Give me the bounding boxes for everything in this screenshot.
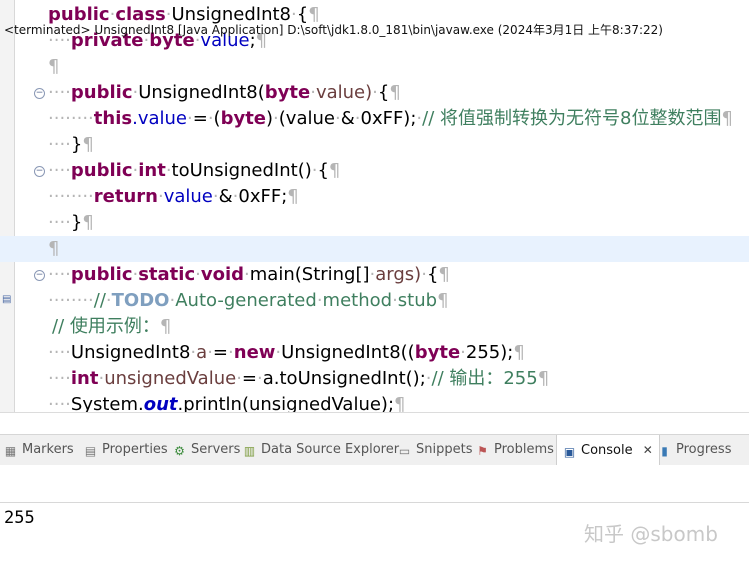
properties-icon: ▤	[84, 444, 97, 458]
console-status: <terminated> UnsignedInt8 [Java Applicat…	[4, 23, 663, 37]
progress-icon: ▮	[661, 444, 668, 458]
code-line-5: ········this.value·=·(byte)·(value·&·0xF…	[48, 108, 733, 129]
code-line-13: // 使用示例：¶	[52, 316, 172, 337]
code-line-11: − ····public·static·void·main(String[]·a…	[34, 264, 450, 285]
code-line-3: ¶	[48, 56, 60, 77]
code-line-15: ····int·unsignedValue·=·a.toUnsignedInt(…	[48, 368, 550, 389]
markers-icon: ▦	[4, 444, 17, 458]
console-view[interactable]	[0, 465, 749, 564]
problems-icon: ⚑	[477, 444, 488, 458]
code-line-12: ▤ ········//·TODO·Auto-generated·method·…	[2, 290, 449, 311]
code-line-8: ········return·value·&·0xFF;¶	[48, 186, 299, 207]
view-separator	[0, 412, 749, 435]
code-line-16: ····System.out.println(unsignedValue);¶	[48, 394, 406, 412]
console-output: 255	[4, 508, 35, 528]
task-marker-icon[interactable]: ▤	[2, 294, 12, 306]
console-divider	[0, 502, 749, 503]
code-line-9: ····}¶	[48, 212, 94, 233]
code-line-4: − ····public·UnsignedInt8(byte·value)·{¶	[34, 82, 401, 103]
watermark: 知乎 @sbomb	[584, 522, 718, 546]
code-line-6: ····}¶	[48, 134, 94, 155]
tab-progress[interactable]: ▮ Progress	[658, 435, 731, 465]
tab-properties[interactable]: ▤ Properties	[84, 435, 168, 465]
code-editor[interactable]: public·class·UnsignedInt8·{¶ ····private…	[0, 0, 749, 412]
data-source-icon: ▥	[243, 444, 256, 458]
fold-collapse-icon[interactable]: −	[34, 166, 45, 177]
bottom-view-tabbar: ▦ Markers ▤ Properties ⚙ Servers ▥ Data Sour…	[0, 434, 749, 466]
tab-servers[interactable]: ⚙ Servers	[173, 435, 240, 465]
servers-icon: ⚙	[174, 444, 185, 458]
code-line-14: ····UnsignedInt8·a·=·new·UnsignedInt8((b…	[48, 342, 525, 363]
tab-console[interactable]: ▣ Console ✕	[556, 435, 660, 465]
tab-problems[interactable]: ⚑ Problems	[476, 435, 554, 465]
code-line-7: − ····public·int·toUnsignedInt()·{¶	[34, 160, 341, 181]
fold-collapse-icon[interactable]: −	[34, 88, 45, 99]
snippets-icon: ▭	[398, 444, 411, 458]
console-icon: ▣	[563, 445, 576, 459]
tab-data-source-explorer[interactable]: ▥ Data Source Explorer	[243, 435, 399, 465]
code-line-10-current: ¶	[0, 236, 749, 262]
close-icon[interactable]: ✕	[643, 443, 653, 457]
fold-collapse-icon[interactable]: −	[34, 270, 45, 281]
tab-snippets[interactable]: ▭ Snippets	[398, 435, 473, 465]
tab-markers[interactable]: ▦ Markers	[4, 435, 74, 465]
